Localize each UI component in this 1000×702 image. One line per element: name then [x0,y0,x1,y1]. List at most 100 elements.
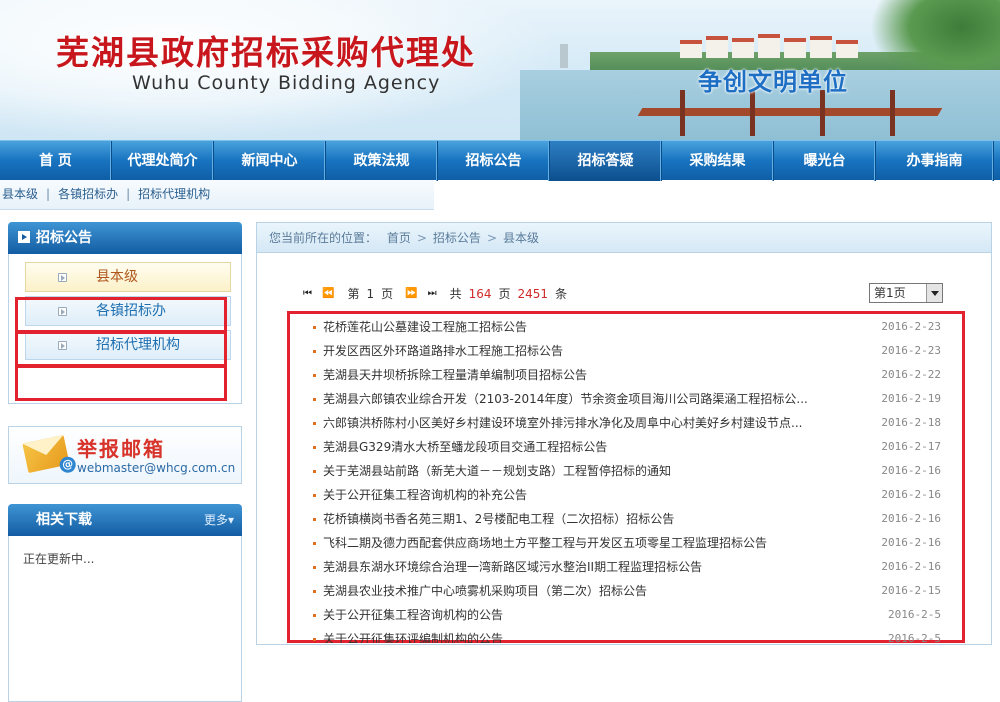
bullet-icon [313,326,316,329]
list-item[interactable]: 关于公开征集工程咨询机构的公告 2016-2-5 [287,603,965,627]
site-title-en: Wuhu County Bidding Agency [132,72,441,94]
slogan: 争创文明单位 [698,68,848,96]
list-item[interactable]: 飞科二期及德力西配套供应商场地土方平整工程与开发区五项零星工程监理招标公告 201… [287,531,965,555]
list-item[interactable]: 花桥莲花山公墓建设工程施工招标公告 2016-2-23 [287,315,965,339]
bullet-icon [313,446,316,449]
mailbox-email[interactable]: webmaster@whcg.com.cn [77,461,235,475]
announcement-title[interactable]: 六郎镇洪桥陈村小区美好乡村建设环境室外排污排水净化及周阜中心村美好乡村建设节点.… [323,411,843,435]
nav-item-2[interactable]: 新闻中心 [214,141,326,181]
sidebar-panel-header: 招标公告 [8,222,242,254]
header-banner: 芜湖县政府招标采购代理处 Wuhu County Bidding Agency … [0,0,1000,140]
banner-houses-image [680,28,880,58]
announcement-date: 2016-2-17 [881,440,941,453]
download-panel-body: 正在更新中... [8,536,242,702]
total-pages-post: 页 [498,287,511,301]
announcement-title[interactable]: 芜湖县六郎镇农业综合开发（2103-2014年度）节余资金项目海川公司路渠涵工程… [323,387,843,411]
bullet-icon [313,542,316,545]
nav-item-7[interactable]: 曝光台 [774,141,876,181]
highlight-box [15,365,227,401]
list-item[interactable]: 芜湖县G329清水大桥至蟠龙段项目交通工程招标公告 2016-2-17 [287,435,965,459]
nav-item-8[interactable]: 办事指南 [876,141,994,181]
total-pages: 164 [468,286,492,301]
nav-item-1[interactable]: 代理处简介 [112,141,214,181]
banner-tower-image [560,44,568,68]
sidebar: 招标公告 县本级 各镇招标办 招标代理机构 举报邮箱 webmaster@whc… [8,222,242,702]
current-page: 1 [366,286,375,301]
nav-item-3[interactable]: 政策法规 [326,141,438,181]
bullet-icon [313,422,316,425]
download-panel-header: 相关下载 更多▾ [8,504,242,536]
bullet-icon [313,398,316,401]
announcement-date: 2016-2-16 [881,512,941,525]
nav-item-0[interactable]: 首 页 [0,141,112,181]
bullet-icon [313,374,316,377]
bullet-icon [313,590,316,593]
total-items-post: 条 [555,287,568,301]
breadcrumb-separator: > [486,231,497,245]
announcement-list: 花桥莲花山公墓建设工程施工招标公告 2016-2-23 开发区西区外环路道路排水工程… [287,311,965,643]
list-item[interactable]: 六郎镇洪桥陈村小区美好乡村建设环境室外排污排水净化及周阜中心村美好乡村建设节点.… [287,411,965,435]
announcement-title[interactable]: 关于芜湖县站前路（新芜大道－－规划支路）工程暂停招标的通知 [323,459,843,483]
bullet-icon [313,470,316,473]
main-content: 您当前所在的位置： 首页 > 招标公告 > 县本级 ⏮ ⏪ 第 1 页 ⏩ ⏭ 共 16… [256,222,992,645]
nav-item-5[interactable]: 招标答疑 [550,141,662,181]
announcement-date: 2016-2-22 [881,368,941,381]
announcement-date: 2016-2-16 [881,464,941,477]
subnav-item-county[interactable]: 县本级 [2,187,38,201]
breadcrumb-item-county[interactable]: 县本级 [503,231,539,245]
breadcrumb-prefix: 您当前所在的位置： [269,231,378,245]
subnav-item-agencies[interactable]: 招标代理机构 [138,187,210,201]
list-item[interactable]: 花桥镇横岗书香名苑三期1、2号楼配电工程（二次招标）招标公告 2016-2-16 [287,507,965,531]
list-item[interactable]: 芜湖县六郎镇农业综合开发（2103-2014年度）节余资金项目海川公司路渠涵工程… [287,387,965,411]
more-link[interactable]: 更多▾ [204,504,234,536]
nav-item-4[interactable]: 招标公告 [438,141,550,181]
caret-down-icon: ▾ [227,513,234,527]
list-item[interactable]: 芜湖县天井坝桥拆除工程量清单编制项目招标公告 2016-2-22 [287,363,965,387]
breadcrumb-item-announcements[interactable]: 招标公告 [433,231,481,245]
subnav-item-towns[interactable]: 各镇招标办 [58,187,118,201]
breadcrumb: 您当前所在的位置： 首页 > 招标公告 > 县本级 [257,223,991,253]
mailbox-title: 举报邮箱 [77,437,165,461]
dropdown-arrow-icon[interactable] [926,284,942,302]
bullet-icon [313,566,316,569]
last-page-icon[interactable]: ⏭ [428,288,437,299]
announcement-title[interactable]: 飞科二期及德力西配套供应商场地土方平整工程与开发区五项零星工程监理招标公告 [323,531,843,555]
breadcrumb-item-home[interactable]: 首页 [387,231,411,245]
announcement-title[interactable]: 关于公开征集工程咨询机构的补充公告 [323,483,843,507]
bullet-icon [313,638,316,641]
announcement-title[interactable]: 花桥莲花山公墓建设工程施工招标公告 [323,315,843,339]
next-page-icon[interactable]: ⏩ [405,288,417,299]
announcement-date: 2016-2-16 [881,560,941,573]
list-item[interactable]: 关于公开征集环评编制机构的公告 2016-2-5 [287,627,965,643]
arrow-box-icon [18,231,30,243]
announcement-title[interactable]: 芜湖县农业技术推广中心喷雾机采购项目（第二次）招标公告 [323,579,843,603]
list-item[interactable]: 开发区西区外环路道路排水工程施工招标公告 2016-2-23 [287,339,965,363]
list-item[interactable]: 关于公开征集工程咨询机构的补充公告 2016-2-16 [287,483,965,507]
prev-page-icon[interactable]: ⏪ [322,288,334,299]
announcement-title[interactable]: 芜湖县G329清水大桥至蟠龙段项目交通工程招标公告 [323,435,843,459]
announcement-date: 2016-2-15 [881,584,941,597]
report-mailbox[interactable]: 举报邮箱 webmaster@whcg.com.cn [8,426,242,484]
announcement-title[interactable]: 关于公开征集环评编制机构的公告 [323,627,843,643]
announcement-date: 2016-2-18 [881,416,941,429]
first-page-icon[interactable]: ⏮ [303,288,312,299]
list-item[interactable]: 芜湖县东湖水环境综合治理一湾新路区域污水整治II期工程监理招标公告 2016-2-… [287,555,965,579]
announcement-date: 2016-2-5 [888,608,941,621]
announcement-title[interactable]: 花桥镇横岗书香名苑三期1、2号楼配电工程（二次招标）招标公告 [323,507,843,531]
subnav-separator: | [126,187,131,201]
total-items: 2451 [517,286,549,301]
nav-item-6[interactable]: 采购结果 [662,141,774,181]
announcement-title[interactable]: 开发区西区外环路道路排水工程施工招标公告 [323,339,843,363]
total-pre: 共 [449,287,462,301]
list-item[interactable]: 芜湖县农业技术推广中心喷雾机采购项目（第二次）招标公告 2016-2-15 [287,579,965,603]
announcement-title[interactable]: 芜湖县天井坝桥拆除工程量清单编制项目招标公告 [323,363,843,387]
announcement-title[interactable]: 关于公开征集工程咨询机构的公告 [323,603,843,627]
list-item[interactable]: 关于芜湖县站前路（新芜大道－－规划支路）工程暂停招标的通知 2016-2-16 [287,459,965,483]
bullet-icon [313,494,316,497]
pager: ⏮ ⏪ 第 1 页 ⏩ ⏭ 共 164 页 2451 条 [303,285,570,302]
breadcrumb-separator: > [416,231,427,245]
sub-nav: 县本级 | 各镇招标办 | 招标代理机构 [0,180,434,210]
sidebar-item-county[interactable]: 县本级 [25,262,231,292]
page-select[interactable]: 第1页 [869,283,943,303]
announcement-title[interactable]: 芜湖县东湖水环境综合治理一湾新路区域污水整治II期工程监理招标公告 [323,555,843,579]
